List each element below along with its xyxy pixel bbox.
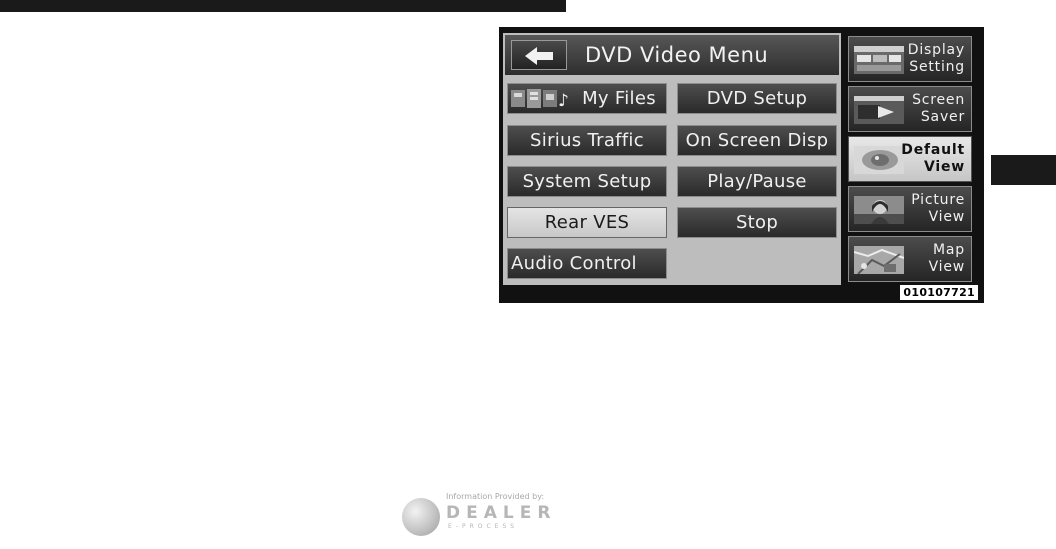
play-pause-label: Play/Pause xyxy=(707,171,807,192)
back-button[interactable] xyxy=(511,40,567,70)
page-title: DVD Video Menu xyxy=(585,43,769,67)
system-setup-button[interactable]: System Setup xyxy=(507,166,667,197)
display-setting-label: Display Setting xyxy=(907,42,965,75)
stop-label: Stop xyxy=(735,212,779,233)
my-files-icon: ♪ xyxy=(511,89,569,110)
play-pause-button[interactable]: Play/Pause xyxy=(677,166,837,197)
my-files-button[interactable]: ♪ My Files xyxy=(507,83,667,114)
on-screen-disp-button[interactable]: On Screen Disp xyxy=(677,125,837,156)
dvd-video-menu-screen: DVD Video Menu ♪ My Files DVD Setup Siri… xyxy=(499,27,984,303)
rear-ves-label: Rear VES xyxy=(544,212,630,233)
map-view-icon xyxy=(854,246,904,274)
sirius-traffic-label: Sirius Traffic xyxy=(530,130,644,151)
svg-text:♪: ♪ xyxy=(558,91,569,110)
rear-ves-button[interactable]: Rear VES xyxy=(507,207,667,238)
audio-control-button[interactable]: Audio Control xyxy=(507,248,667,279)
chapter-tab xyxy=(991,155,1056,185)
globe-icon xyxy=(402,498,440,536)
screen-saver-button[interactable]: Screen Saver xyxy=(848,86,972,132)
sirius-traffic-button[interactable]: Sirius Traffic xyxy=(507,125,667,156)
dvd-setup-button[interactable]: DVD Setup xyxy=(677,83,837,114)
default-view-button[interactable]: Default View xyxy=(848,136,972,182)
footer-brand-sub: E-PROCESS xyxy=(448,523,519,530)
screen-saver-icon xyxy=(854,96,904,124)
on-screen-disp-label: On Screen Disp xyxy=(685,130,829,151)
stop-button[interactable]: Stop xyxy=(677,207,837,238)
display-setting-button[interactable]: Display Setting xyxy=(848,36,972,82)
picture-view-label: Picture View xyxy=(911,192,965,225)
audio-control-label: Audio Control xyxy=(511,253,637,274)
map-view-label: Map View xyxy=(928,242,965,275)
menu-header: DVD Video Menu xyxy=(505,35,839,75)
screen-saver-label: Screen Saver xyxy=(912,92,965,125)
back-arrow-icon xyxy=(525,47,553,65)
footer-info-text: Information Provided by: xyxy=(446,492,545,501)
dvd-setup-label: DVD Setup xyxy=(706,88,808,109)
picture-view-icon xyxy=(854,196,904,224)
default-view-icon xyxy=(854,146,904,174)
picture-view-button[interactable]: Picture View xyxy=(848,186,972,232)
image-code-label: 010107721 xyxy=(900,285,978,300)
display-setting-icon xyxy=(854,46,904,74)
system-setup-label: System Setup xyxy=(522,171,652,192)
default-view-label: Default View xyxy=(901,142,965,175)
menu-panel: DVD Video Menu ♪ My Files DVD Setup Siri… xyxy=(503,33,841,285)
footer-brand: DEALER xyxy=(446,503,557,523)
my-files-label: My Files xyxy=(582,88,656,109)
map-view-button[interactable]: Map View xyxy=(848,236,972,282)
dealer-eprocess-logo: Information Provided by: DEALER E-PROCES… xyxy=(402,492,572,538)
page-header-bar xyxy=(0,0,566,12)
